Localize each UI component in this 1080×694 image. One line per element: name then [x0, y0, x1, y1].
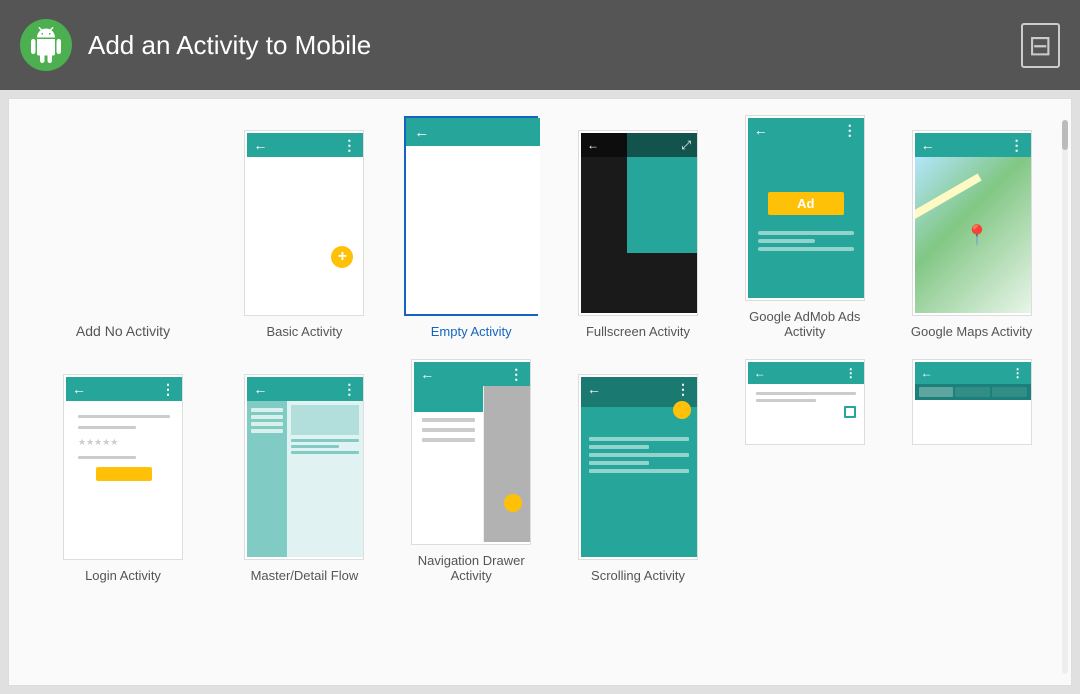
activity-item-admob[interactable]: ← ⋮ Ad Google AdMob Ads Activity	[729, 115, 880, 339]
label-basic: Basic Activity	[266, 324, 342, 339]
titlebar: Add an Activity to Mobile ⊟	[0, 0, 1080, 90]
activity-item-basic[interactable]: ← ⋮ + Basic Activity	[229, 130, 380, 339]
activity-item-no-activity[interactable]: Add No Activity	[33, 323, 213, 339]
thumbnail-maps: ← ⋮ 📍	[912, 130, 1032, 316]
thumbnail-login: ← ⋮ ★★★★★	[63, 374, 183, 560]
thumbnail-masterdetail: ← ⋮	[244, 374, 364, 560]
thumbnail-empty: ←	[404, 116, 538, 316]
label-navdrawer: Navigation Drawer Activity	[396, 553, 547, 583]
no-activity-label: Add No Activity	[76, 323, 170, 339]
label-empty: Empty Activity	[431, 324, 512, 339]
label-masterdetail: Master/Detail Flow	[251, 568, 359, 583]
thumbnail-tabbed: ← ⋮	[912, 359, 1032, 445]
label-maps: Google Maps Activity	[911, 324, 1032, 339]
activity-item-scrolling[interactable]: ← ⋮ Scrolling Activity	[563, 374, 714, 583]
activity-item-empty[interactable]: ← Empty Activity	[396, 116, 547, 339]
activity-item-login[interactable]: ← ⋮ ★★★★★ Login Activity	[33, 374, 213, 583]
thumbnail-settings: ← ⋮	[745, 359, 865, 445]
scrollbar[interactable]	[1062, 120, 1068, 674]
activity-item-navdrawer[interactable]: ← ⋮ Navigation Drawer Activity	[396, 359, 547, 583]
thumbnail-admob: ← ⋮ Ad	[745, 115, 865, 301]
main-content: Add No Activity ← ⋮ + Basic Activity	[8, 98, 1072, 686]
label-scrolling: Scrolling Activity	[591, 568, 685, 583]
activity-item-masterdetail[interactable]: ← ⋮	[229, 374, 380, 583]
android-logo	[20, 19, 72, 71]
activity-item-settings[interactable]: ← ⋮	[729, 359, 880, 445]
activity-item-fullscreen[interactable]: ← ⤢ Fullscreen Activity	[563, 130, 714, 339]
activity-item-tabbed[interactable]: ← ⋮	[896, 359, 1047, 445]
window-controls-icon[interactable]: ⊟	[1021, 23, 1060, 68]
page-title: Add an Activity to Mobile	[88, 30, 371, 61]
label-login: Login Activity	[85, 568, 161, 583]
thumbnail-fullscreen: ← ⤢	[578, 130, 698, 316]
thumbnail-scrolling: ← ⋮	[578, 374, 698, 560]
thumbnail-basic: ← ⋮ +	[244, 130, 364, 316]
label-admob: Google AdMob Ads Activity	[729, 309, 880, 339]
activity-item-maps[interactable]: ← ⋮ 📍 Google Maps Activity	[896, 130, 1047, 339]
thumbnail-navdrawer: ← ⋮	[411, 359, 531, 545]
label-fullscreen: Fullscreen Activity	[586, 324, 690, 339]
